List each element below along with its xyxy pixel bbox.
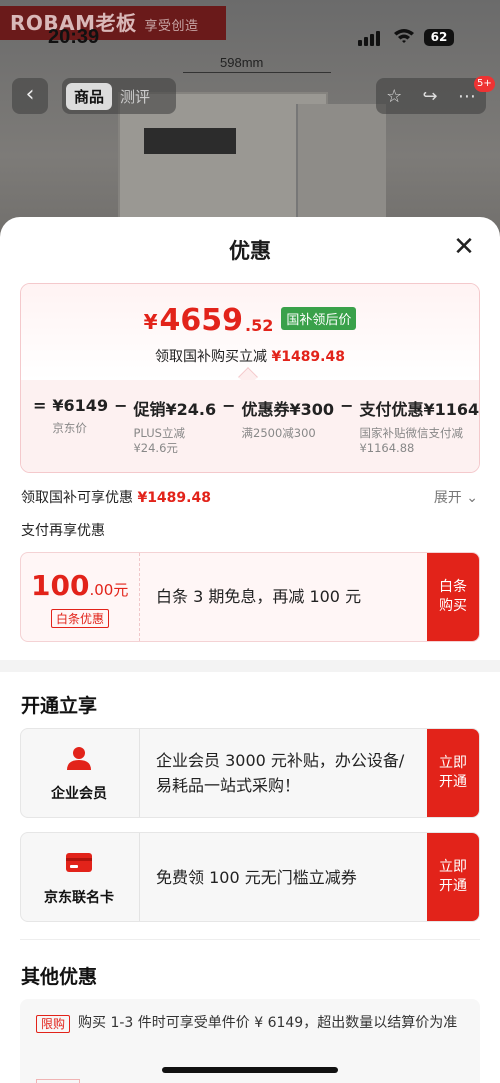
sheet-title: 优惠 [229,239,271,263]
expand-button[interactable]: 展开 ⌄ [434,487,478,507]
enterprise-member-card[interactable]: 企业会员 企业会员 3000 元补贴，办公设备/易耗品一站式采购！ 立即 开通 [20,728,480,818]
top-navbar: ‹ 商品 测评 ☆ ↪ ⋯ 5+ [0,76,500,116]
discount-sheet: 优惠 ✕ ¥ 4659 .52 国补领后价 领取国补购买立减 ¥1489.48 … [0,217,500,1083]
purchase-limit-tag: 限购 [36,1015,71,1033]
more-icon[interactable]: ⋯ [458,86,476,107]
formula-item-promo: 促销¥24.6 PLUS立减 ¥24.6元 [133,400,217,455]
dimension-line [183,72,331,73]
battery-icon: 62 [424,29,454,46]
share-icon[interactable]: ↪ [423,86,438,107]
baitiao-amount: 100.00元 [31,569,129,602]
status-time: 20:39 [48,26,100,48]
section-gap [0,660,500,672]
favorite-star-icon[interactable]: ☆ [386,86,402,107]
pay-again-title: 支付再享优惠 [21,523,105,539]
baitiao-offer-card[interactable]: 100.00元 白条优惠 白条 3 期免息，再减 100 元 白条 购买 [20,552,480,642]
person-icon [67,747,91,770]
message-badge: 5+ [474,76,495,92]
price-tag: 国补领后价 [281,307,357,330]
tab-review[interactable]: 测评 [112,83,158,110]
status-bar: 20:39 62 [0,24,500,52]
divider [20,939,480,940]
price-subtitle: 领取国补购买立减 ¥1489.48 [155,349,345,365]
card-icon [66,853,92,872]
jd-cobrand-label: 京东联名卡 [44,890,114,906]
signal-icon [358,30,380,46]
enterprise-member-desc: 企业会员 3000 元补贴，办公设备/易耗品一站式采购！ [139,729,429,817]
dimension-label: 598mm [220,55,264,70]
purchase-limit-text: 购买 1-3 件时可享受单件价 ¥ 6149，超出数量以结算价为准 [78,1015,458,1031]
formula-item-jd-price: ¥6149 京东价 [52,396,109,435]
wifi-icon [393,28,415,49]
formula-item-coupon: 优惠券¥300 满2500减300 [241,400,335,440]
baitiao-desc: 白条 3 期免息，再减 100 元 [139,553,429,641]
home-indicator[interactable] [162,1067,338,1073]
final-price: ¥ 4659 .52 国补领后价 [21,304,479,338]
jd-cobrand-card[interactable]: 京东联名卡 免费领 100 元无门槛立减券 立即 开通 [20,832,480,922]
open-section-title: 开通立享 [21,695,98,717]
jd-cobrand-desc: 免费领 100 元无门槛立减券 [139,833,429,921]
chevron-down-icon: ⌄ [466,490,478,506]
close-icon[interactable]: ✕ [450,233,478,261]
open-now-button[interactable]: 立即 开通 [427,729,479,817]
other-section-title: 其他优惠 [21,966,98,988]
baitiao-tag: 白条优惠 [51,609,110,628]
gov-subsidy-row: 领取国补可享优惠 ¥1489.48 [21,490,211,506]
nav-tabs: 商品 测评 [62,78,176,114]
enterprise-member-label: 企业会员 [51,786,107,802]
price-breakdown-card: ¥ 4659 .52 国补领后价 领取国补购买立减 ¥1489.48 = ¥61… [20,283,480,473]
price-decimal: .52 [245,316,274,335]
back-button[interactable]: ‹ [12,78,48,114]
price-formula: = ¥6149 京东价 − 促销¥24.6 PLUS立减 ¥24.6元 − 优惠… [27,396,480,456]
open-now-button[interactable]: 立即 开通 [427,833,479,921]
tab-product[interactable]: 商品 [66,82,113,110]
price-integer: 4659 [159,303,244,338]
nav-tools: ☆ ↪ ⋯ [376,78,486,114]
baitiao-buy-button[interactable]: 白条 购买 [427,553,479,641]
formula-item-payment: 支付优惠¥1164.88 国家补贴微信支付减 ¥1164.88 [359,400,480,455]
